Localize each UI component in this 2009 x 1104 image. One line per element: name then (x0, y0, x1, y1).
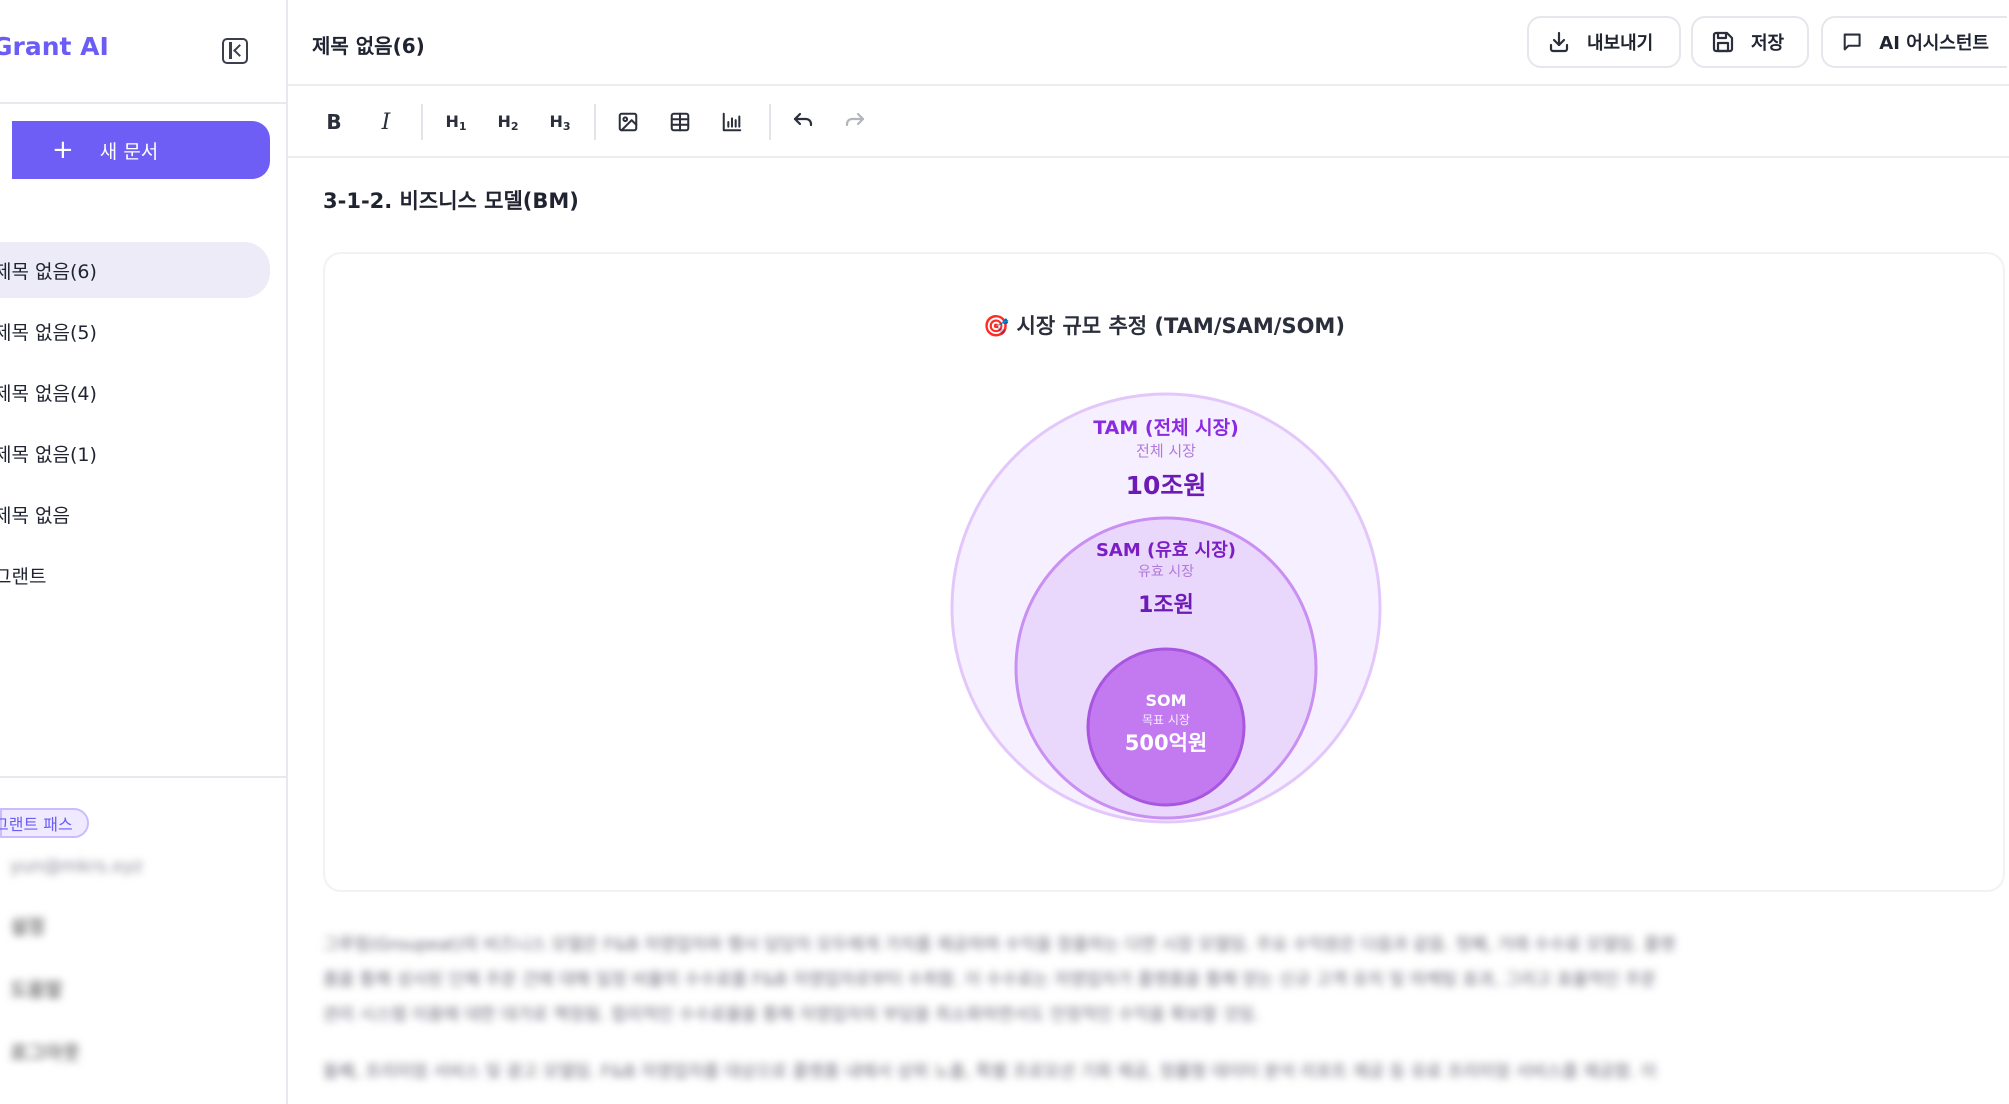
main-editor: 제목 없음(6) 내보내기 저장 AI 어시스턴트 B I H1 H2 H3 3… (288, 0, 2009, 1104)
tam-value-label: 10조원 (1126, 471, 1207, 500)
collapse-sidebar-icon[interactable] (222, 38, 248, 64)
toolbar-separator (769, 104, 771, 140)
heading1-button[interactable]: H1 (438, 104, 474, 140)
document-item[interactable]: 제목 없음(1) (0, 425, 286, 481)
tam-subtitle-label: 전체 시장 (1136, 442, 1196, 460)
heading2-level: 2 (510, 119, 519, 133)
som-name-label: SOM (1145, 691, 1186, 710)
paragraph-line: 그루핑(Groupeat)의 비즈니스 모델은 F&B 자영업자와 행사 담당자… (323, 935, 1676, 955)
ai-assistant-label: AI 어시스턴트 (1879, 33, 1989, 54)
heading3-icon: H3 (549, 112, 570, 133)
market-size-chart: TAM (전체 시장) 전체 시장 10조원 SAM (유효 시장) 유효 시장 1조원 S… (950, 392, 1382, 824)
italic-icon: I (381, 109, 391, 135)
new-document-label: 새 문서 (99, 140, 159, 163)
sidebar-divider (0, 776, 286, 778)
top-bar: 제목 없음(6) 내보내기 저장 AI 어시스턴트 (288, 0, 2009, 86)
sam-subtitle-label: 유효 시장 (1138, 564, 1194, 580)
pass-badge-label: 그랜트 패스 (0, 815, 73, 834)
document-item-label: 제목 없음 (0, 504, 70, 527)
undo-icon (793, 112, 813, 127)
document-item-label: 제목 없음(5) (0, 321, 97, 344)
paragraph-line: 관리 시스템 이용에 대한 대가로 책정됨. 합리적인 수수료율을 통해 자영업… (323, 1005, 1260, 1025)
document-item[interactable]: 그랜트 (0, 547, 286, 603)
redo-icon (845, 112, 865, 127)
som-value-label: 500억원 (1125, 731, 1207, 755)
table-icon (670, 112, 690, 132)
heading3-button[interactable]: H3 (542, 104, 578, 140)
sam-name-label: SAM (유효 시장) (1096, 540, 1236, 561)
som-subtitle-label: 목표 시장 (1142, 713, 1190, 727)
chart-icon (722, 112, 742, 132)
heading2-button[interactable]: H2 (490, 104, 526, 140)
document-item-label: 제목 없음(4) (0, 382, 97, 405)
download-icon (1549, 31, 1569, 53)
image-icon (618, 112, 638, 132)
toolbar-separator (421, 104, 423, 140)
sam-value-label: 1조원 (1138, 593, 1194, 618)
document-list: 제목 없음(6) 제목 없음(5) 제목 없음(4) 제목 없음(1) 제목 없… (0, 242, 286, 608)
pass-badge[interactable]: 그랜트 패스 (0, 808, 89, 838)
market-circle-som (1086, 647, 1246, 807)
italic-button[interactable]: I (368, 104, 404, 140)
bold-button[interactable]: B (316, 104, 352, 140)
paragraph-line: 폼을 통해 성사된 단체 주문 건에 대해 일정 비율의 수수료를 F&B 자영… (323, 970, 1657, 990)
section-heading[interactable]: 3-1-2. 비즈니스 모델(BM) (323, 185, 579, 215)
heading3-level: 3 (562, 119, 571, 133)
redo-button[interactable] (837, 104, 873, 140)
new-document-button[interactable]: + 새 문서 (12, 121, 270, 179)
save-button[interactable]: 저장 (1691, 16, 1809, 68)
document-item[interactable]: 제목 없음 (0, 486, 286, 542)
plus-icon: + (52, 135, 74, 165)
sidebar-menu-item[interactable]: 설정 (10, 912, 45, 939)
insert-chart-button[interactable] (714, 104, 750, 140)
undo-button[interactable] (785, 104, 821, 140)
heading1-letter: H (445, 111, 459, 131)
toolbar-separator (594, 104, 596, 140)
document-item[interactable]: 제목 없음(5) (0, 303, 286, 359)
ai-assistant-button[interactable]: AI 어시스턴트 (1821, 16, 2007, 68)
document-title[interactable]: 제목 없음(6) (312, 30, 425, 59)
document-item-label: 제목 없음(1) (0, 443, 97, 466)
save-label: 저장 (1751, 33, 1785, 54)
export-button[interactable]: 내보내기 (1527, 16, 1681, 68)
tam-name-label: TAM (전체 시장) (1093, 417, 1239, 439)
insert-image-button[interactable] (610, 104, 646, 140)
heading1-icon: H1 (445, 112, 466, 133)
sidebar-divider (0, 102, 286, 104)
sidebar-menu-item[interactable]: 도움말 (10, 975, 62, 1002)
formatting-toolbar: B I H1 H2 H3 (288, 86, 2009, 158)
document-item-label: 제목 없음(6) (0, 260, 97, 283)
document-item-label: 그랜트 (0, 565, 47, 588)
heading2-letter: H (497, 111, 511, 131)
sidebar: Grant AI + 새 문서 제목 없음(6) 제목 없음(5) 제목 없음(… (0, 0, 288, 1104)
export-label: 내보내기 (1587, 33, 1654, 54)
document-item[interactable]: 제목 없음(4) (0, 364, 286, 420)
user-email: yun@mkrs.xyz (10, 856, 143, 877)
save-icon (1712, 31, 1734, 53)
brand-logo-text: Grant AI (0, 32, 109, 61)
sidebar-menu-item[interactable]: 로그아웃 (10, 1038, 80, 1065)
heading3-letter: H (549, 111, 563, 131)
bold-icon: B (326, 110, 342, 134)
document-item[interactable]: 제목 없음(6) (0, 242, 270, 298)
insert-table-button[interactable] (662, 104, 698, 140)
chat-icon (1843, 33, 1861, 51)
paragraph-line: 둘째, 프리미엄 서비스 및 광고 모델임. F&B 자영업자를 대상으로 플랫… (323, 1062, 1657, 1082)
app-window: Grant AI + 새 문서 제목 없음(6) 제목 없음(5) 제목 없음(… (0, 0, 2009, 1104)
heading2-icon: H2 (497, 112, 518, 133)
heading1-level: 1 (458, 119, 467, 133)
market-size-chart-card[interactable]: 🎯 시장 규모 추정 (TAM/SAM/SOM) TAM (전체 시장) 전체 시… (323, 252, 2005, 892)
